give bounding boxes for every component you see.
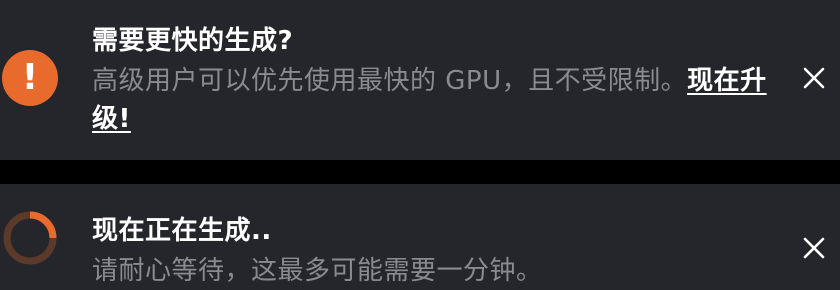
notice-body: 高级用户可以优先使用最快的 GPU，且不受限制。现在升级! xyxy=(92,62,782,138)
notice-title: 需要更快的生成? xyxy=(92,26,294,56)
notification-stack: ! 需要更快的生成? 高级用户可以优先使用最快的 GPU，且不受限制。现在升级!… xyxy=(0,0,840,290)
upgrade-notice: ! 需要更快的生成? 高级用户可以优先使用最快的 GPU，且不受限制。现在升级! xyxy=(0,0,840,160)
notice-title: 现在正在生成.. xyxy=(92,216,272,246)
close-icon xyxy=(803,237,825,259)
generating-notice: 现在正在生成.. 请耐心等待，这最多可能需要一分钟。 xyxy=(0,184,840,290)
spinner-icon xyxy=(3,211,57,265)
close-button[interactable] xyxy=(794,58,834,98)
notice-body-text: 高级用户可以优先使用最快的 GPU，且不受限制。 xyxy=(92,66,688,96)
close-button[interactable] xyxy=(794,228,834,268)
close-icon xyxy=(803,67,825,89)
alert-icon: ! xyxy=(2,50,58,106)
notice-body: 请耐心等待，这最多可能需要一分钟。 xyxy=(92,256,543,286)
